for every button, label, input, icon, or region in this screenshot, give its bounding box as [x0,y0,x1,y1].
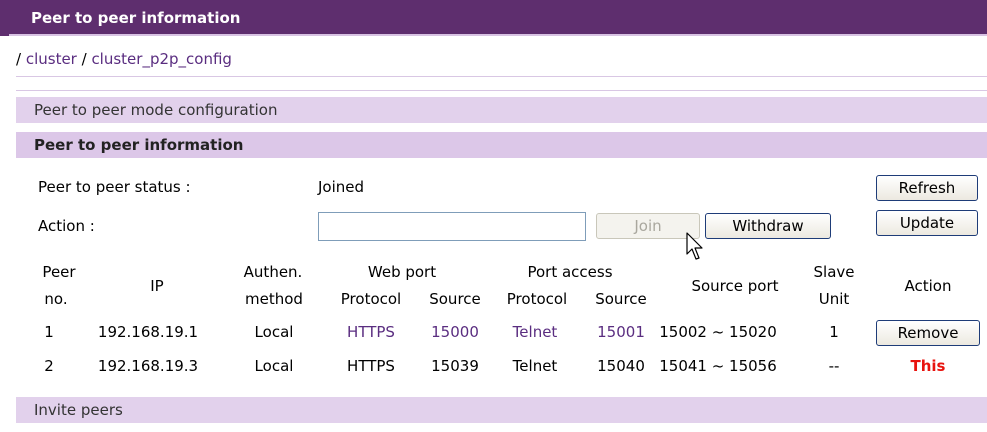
action-input[interactable] [318,212,586,241]
action-label: Action : [38,217,95,235]
breadcrumb: / cluster / cluster_p2p_config [16,50,232,68]
cell-source-port: 15041 ~ 15056 [659,357,777,375]
cell-peer-no: 2 [44,357,54,375]
cell-source-port: 15002 ~ 15020 [659,323,777,341]
header-port-access: Port access [527,263,613,281]
cell-pa-protocol: Telnet [512,357,558,375]
section-invite-peers[interactable]: Invite peers [16,397,987,423]
header-unit: Unit [818,290,850,308]
status-label: Peer to peer status : [38,178,191,196]
cell-auth: Local [254,323,294,341]
status-value: Joined [318,178,365,196]
header-peer: Peer [42,263,76,281]
breadcrumb-separator: / [76,50,92,68]
update-button[interactable]: Update [876,210,978,236]
refresh-button[interactable]: Refresh [876,175,978,201]
arrow-cursor-icon [686,232,703,260]
header-pa-protocol: Protocol [506,290,568,308]
cell-pa-source: 15040 [597,357,645,375]
cell-web-protocol: HTTPS [347,357,395,375]
web-protocol-link[interactable]: HTTPS [347,323,395,341]
breadcrumb-separator: / [16,50,26,68]
pa-source-link[interactable]: 15001 [597,323,645,341]
page-title: Peer to peer information [0,0,987,36]
pa-protocol-link[interactable]: Telnet [513,323,558,341]
cell-web-source: 15039 [431,357,479,375]
header-pa-source: Source [595,290,647,308]
header-peer-no: no. [44,290,68,308]
cell-slave: -- [828,357,840,375]
header-slave: Slave [813,263,855,281]
header-authen: Authen. [243,263,303,281]
header-web-source: Source [429,290,481,308]
header-method: method [245,290,303,308]
section-peer-information: Peer to peer information [16,132,987,158]
header-ip: IP [150,277,164,295]
breadcrumb-link-p2p-config[interactable]: cluster_p2p_config [91,50,232,68]
withdraw-button[interactable]: Withdraw [705,213,831,239]
header-action: Action [904,277,952,295]
header-web-protocol: Protocol [340,290,402,308]
cell-ip: 192.168.19.3 [97,357,199,375]
divider [16,76,987,77]
section-mode-configuration[interactable]: Peer to peer mode configuration [16,97,987,123]
cell-ip: 192.168.19.1 [97,323,199,341]
header-web-port: Web port [367,263,437,281]
this-unit-label: This [910,357,946,375]
web-source-link[interactable]: 15000 [431,323,479,341]
join-button[interactable]: Join [596,213,700,239]
cell-slave: 1 [829,323,839,341]
divider [16,90,987,91]
remove-button[interactable]: Remove [876,320,980,346]
breadcrumb-link-cluster[interactable]: cluster [26,50,77,68]
cell-peer-no: 1 [44,323,54,341]
cell-auth: Local [254,357,294,375]
header-source-port: Source port [691,277,779,295]
